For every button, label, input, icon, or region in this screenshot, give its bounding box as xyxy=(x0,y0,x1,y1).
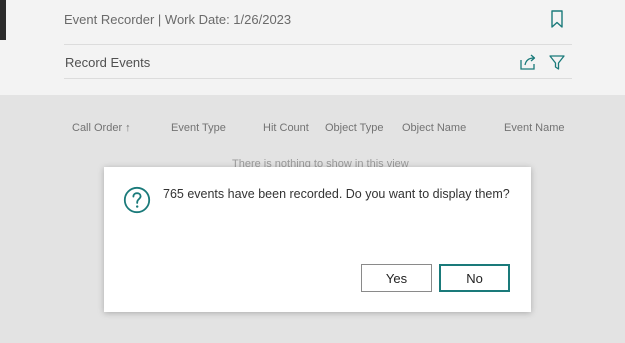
yes-button[interactable]: Yes xyxy=(361,264,432,292)
share-icon[interactable] xyxy=(519,53,537,71)
column-header-call-order[interactable]: Call Order ↑ xyxy=(72,122,131,134)
subpage-divider xyxy=(64,78,572,79)
subpage-title: Record Events xyxy=(65,55,151,70)
page-title: Event Recorder | Work Date: 1/26/2023 xyxy=(64,12,292,27)
filter-icon[interactable] xyxy=(548,53,566,71)
dialog-message: 765 events have been recorded. Do you wa… xyxy=(163,187,510,201)
column-header-hit-count[interactable]: Hit Count xyxy=(263,122,309,134)
header-divider xyxy=(64,44,572,45)
no-button[interactable]: No xyxy=(439,264,510,292)
column-header-object-name[interactable]: Object Name xyxy=(402,122,466,134)
question-icon xyxy=(123,186,151,214)
column-header-event-type[interactable]: Event Type xyxy=(171,122,226,134)
left-edge-bar xyxy=(0,0,6,40)
column-header-event-name[interactable]: Event Name xyxy=(504,122,565,134)
column-header-object-type[interactable]: Object Type xyxy=(325,122,384,134)
confirm-dialog: 765 events have been recorded. Do you wa… xyxy=(104,167,531,312)
bookmark-icon[interactable] xyxy=(549,10,565,28)
